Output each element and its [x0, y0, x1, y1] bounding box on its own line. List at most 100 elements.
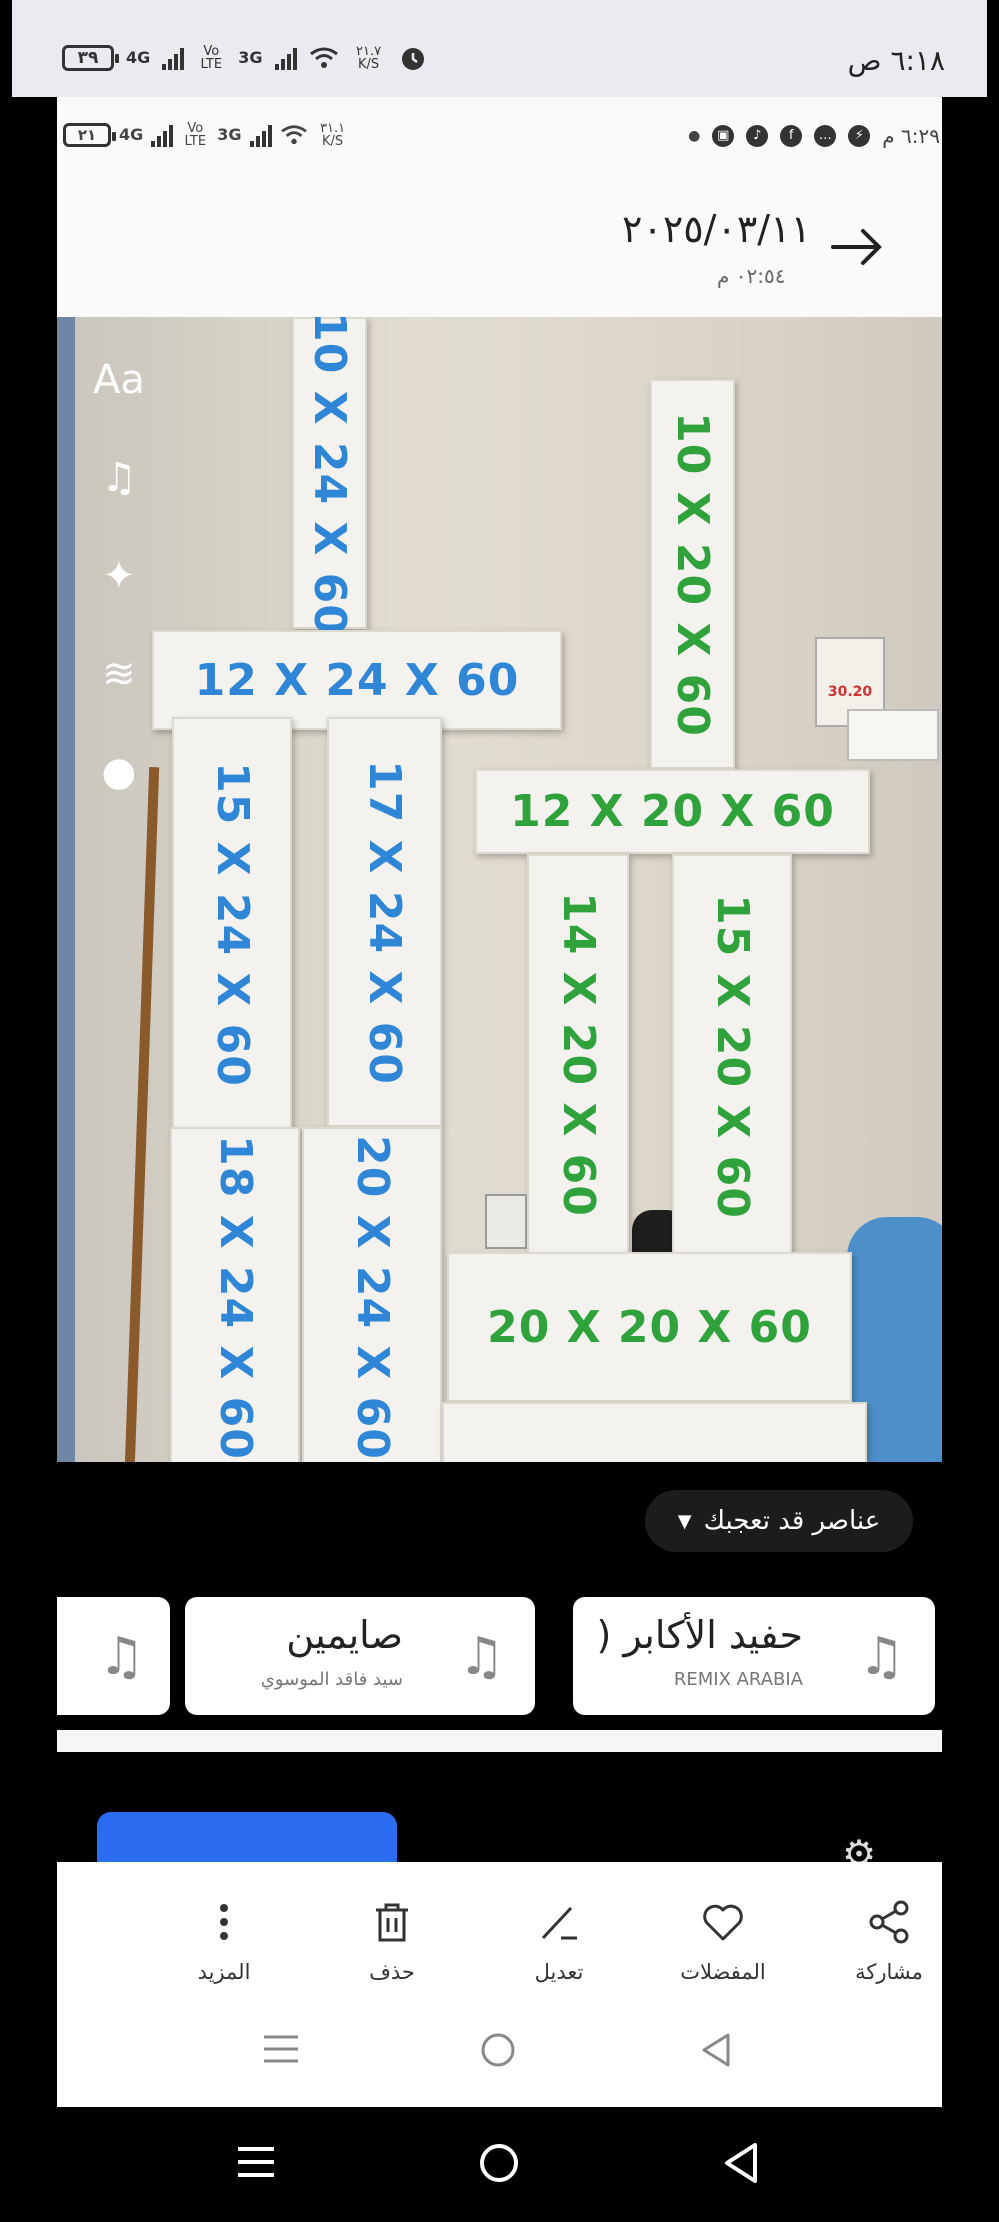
favorites-label: المفضلات	[680, 1960, 766, 1984]
delete-label: حذف	[369, 1960, 415, 1984]
network-3g-label: 3G	[238, 48, 263, 67]
block-label: 18 X 24 X 60	[209, 1134, 261, 1460]
music-card-subtitle: REMIX ARABIA	[673, 1669, 803, 1690]
delete-button[interactable]: حذف	[322, 1892, 462, 1984]
share-button[interactable]: مشاركة	[819, 1892, 959, 1984]
more-button[interactable]: المزيد	[154, 1892, 294, 1984]
block-label: 17 X 24 X 60	[359, 759, 410, 1085]
block-label: 12 X 20 X 60	[510, 786, 835, 837]
music-note-icon: ♫	[98, 1627, 145, 1687]
filter-icon[interactable]: ≋	[102, 651, 136, 697]
photo-date: ٢٠٢٥/٠٣/١١	[622, 207, 811, 251]
editor-side-tools: Aa ♫ ✦ ≋ ●	[93, 357, 145, 795]
share-label: مشاركة	[855, 1960, 923, 1984]
text-tool[interactable]: Aa	[93, 357, 145, 403]
inner-clock: ٦:٢٩ م	[882, 124, 940, 148]
photo-time: ٠٢:٥٤ م	[717, 264, 786, 288]
music-icon[interactable]: ♫	[101, 455, 137, 501]
caret-down-icon: ▼	[677, 1510, 692, 1532]
block-15x24x60: 15 X 24 X 60	[172, 717, 292, 1132]
app-icon: ▣	[712, 125, 735, 147]
recents-icon[interactable]	[236, 2142, 276, 2182]
music-card[interactable]: ♫ حفيد الأكابر ( REMIX ARABIA	[573, 1597, 935, 1715]
inner-screenshot-header: ٢١ 4G Vo LTE 3G ٣١.١ K/S ● ▣ ♪ f … ⚡ ٦:٢…	[57, 97, 942, 317]
wifi-icon	[309, 47, 338, 68]
block-label: 10 X 20 X 60	[667, 411, 718, 737]
network-4g-label: 4G	[126, 48, 151, 67]
tiktok-icon: ♪	[746, 125, 769, 147]
music-card-title: حفيد الأكابر (	[596, 1613, 803, 1657]
divider-bar	[57, 1730, 942, 1752]
wall-socket	[847, 709, 939, 761]
dot-icon: ●	[688, 128, 701, 144]
battery-icon: ٢١	[63, 123, 116, 147]
block-14x20x60: 14 X 20 X 60	[527, 854, 629, 1254]
photo[interactable]: 30.20 10 X 24 X 60 12 X 24 X 60 15 X 24 …	[57, 317, 942, 1462]
block-20x20x60: 20 X 20 X 60	[447, 1252, 852, 1402]
network-3g-label: 3G	[217, 125, 242, 144]
volte-label: Vo LTE	[184, 121, 207, 149]
music-card-subtitle: سيد فاقد الموسوي	[260, 1669, 403, 1690]
music-card[interactable]: ♫ صايمين سيد فاقد الموسوي	[185, 1597, 535, 1715]
block-10x20x60: 10 X 20 X 60	[650, 379, 735, 769]
home-icon[interactable]	[478, 2142, 520, 2184]
inner-status-right: ● ▣ ♪ f … ⚡ ٦:٢٩ م	[688, 124, 940, 148]
suggestions-pill[interactable]: عناصر قد تعجبك ▼	[645, 1490, 913, 1552]
signal-icon	[249, 123, 272, 147]
favorites-button[interactable]: المفضلات	[653, 1892, 793, 1984]
battery-icon: ٣٩	[62, 45, 119, 71]
edit-label: تعديل	[534, 1960, 584, 1984]
music-note-icon: ♫	[458, 1627, 505, 1687]
net-speed: ٢١.٧ K/S	[355, 44, 382, 72]
music-card[interactable]: ♫	[57, 1597, 170, 1715]
block-label: 14 X 20 X 60	[552, 891, 604, 1217]
wifi-icon	[280, 125, 307, 145]
edit-button[interactable]: تعديل	[489, 1892, 629, 1984]
block-label: 15 X 20 X 60	[706, 894, 758, 1219]
edit-icon	[541, 1906, 577, 1940]
price-sticker-text: 30.20	[827, 684, 873, 700]
facebook-icon: f	[780, 125, 803, 147]
signal-icon	[151, 123, 174, 147]
status-icons: ٣٩ 4G Vo LTE 3G ٢١.٧ K/S	[62, 44, 427, 72]
block-20x24x60: 20 X 24 X 60	[302, 1127, 442, 1462]
glass-cup	[485, 1194, 527, 1249]
block-15x20x60: 15 X 20 X 60	[672, 854, 792, 1259]
block-12x20x60: 12 X 20 X 60	[475, 769, 870, 854]
inner-status-icons: ٢١ 4G Vo LTE 3G ٣١.١ K/S	[63, 122, 350, 148]
more-label: المزيد	[197, 1960, 251, 1984]
signal-icon	[274, 46, 297, 70]
messenger-icon: ⚡	[848, 125, 871, 147]
back-icon[interactable]	[723, 2142, 759, 2184]
trash-icon	[376, 1903, 408, 1942]
effects-icon[interactable]: ✦	[102, 553, 136, 599]
volte-label: Vo LTE	[200, 44, 223, 72]
forward-arrow-icon[interactable]	[827, 217, 887, 277]
person-tag-icon[interactable]: ●	[101, 749, 136, 795]
alarm-icon	[401, 48, 424, 70]
inner-home-icon	[481, 2033, 515, 2067]
inner-status-bar: ٢١ 4G Vo LTE 3G ٣١.١ K/S ● ▣ ♪ f … ⚡ ٦:٢…	[57, 122, 942, 162]
inner-recents-icon	[264, 2035, 298, 2063]
image-viewer: ٢١ 4G Vo LTE 3G ٣١.١ K/S ● ▣ ♪ f … ⚡ ٦:٢…	[57, 97, 942, 2107]
share-icon	[869, 1900, 909, 1944]
block-18x24x60: 18 X 24 X 60	[170, 1127, 300, 1462]
status-bar: ٣٩ 4G Vo LTE 3G ٢١.٧ K/S ٦:١٨ ص	[12, 0, 987, 97]
block-10x24x60: 10 X 24 X 60	[292, 317, 367, 635]
block-label: 20 X 20 X 60	[487, 1301, 812, 1353]
suggestions-label: عناصر قد تعجبك	[703, 1506, 881, 1536]
block-bottom	[442, 1402, 867, 1462]
net-speed: ٣١.١ K/S	[319, 121, 346, 149]
music-card-title: صايمين	[286, 1613, 403, 1657]
block-label: 10 X 24 X 60	[304, 317, 355, 636]
screen: ٣٩ 4G Vo LTE 3G ٢١.٧ K/S ٦:١٨ ص ٢١ 4G Vo…	[0, 0, 999, 2222]
inner-back-icon	[702, 2033, 730, 2067]
clock: ٦:١٨ ص	[847, 44, 945, 77]
block-label: 15 X 24 X 60	[206, 762, 258, 1087]
more-vertical-icon	[220, 1904, 228, 1940]
block-17x24x60: 17 X 24 X 60	[327, 717, 442, 1127]
heart-icon	[703, 1904, 743, 1941]
block-label: 12 X 24 X 60	[194, 654, 520, 706]
network-4g-label: 4G	[119, 125, 144, 144]
chat-icon: …	[814, 125, 837, 147]
